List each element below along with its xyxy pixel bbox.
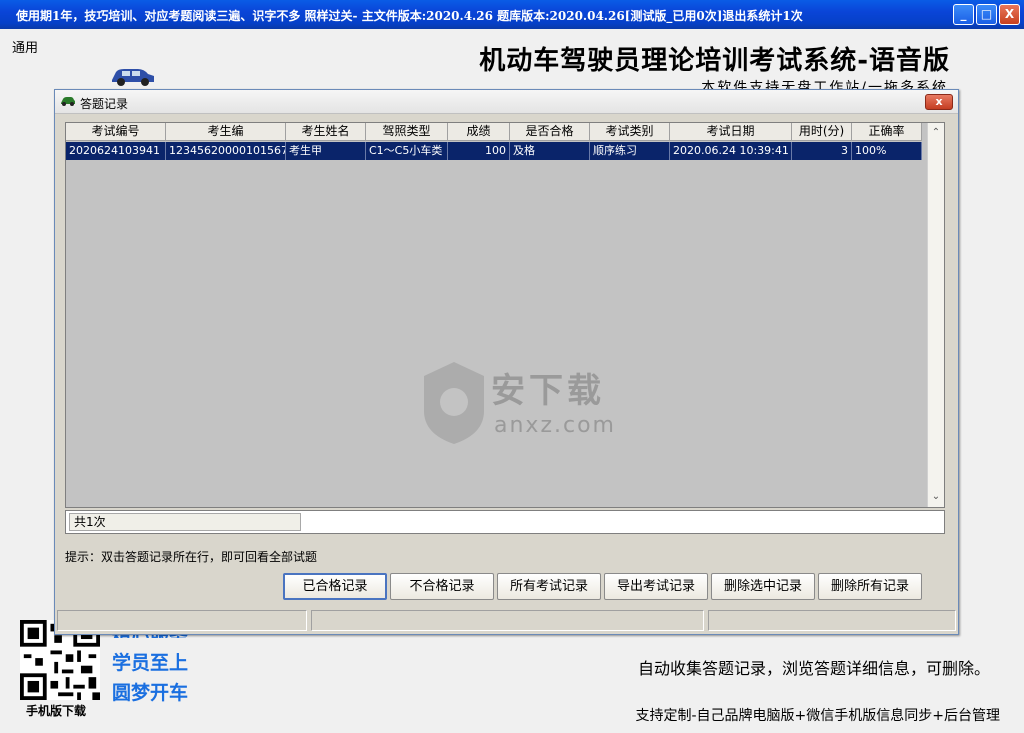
hint-text: 提示：双击答题记录所在行，即可回看全部试题 [65, 550, 318, 564]
watermark-domain: anxz.com [494, 413, 616, 438]
cell-passed: 及格 [510, 142, 590, 160]
minimize-button[interactable]: _ [953, 4, 974, 25]
column-header-exam-category[interactable]: 考试类别 [590, 123, 670, 141]
car-icon [112, 69, 154, 86]
dialog-title-bar: 答题记录 x [55, 90, 958, 114]
column-header-duration[interactable]: 用时(分) [792, 123, 852, 141]
column-header-license-type[interactable]: 驾照类型 [366, 123, 448, 141]
record-count-bar: 共1次 [65, 510, 945, 534]
cell-exam-category: 顺序练习 [590, 142, 670, 160]
dialog-close-button[interactable]: x [925, 94, 953, 110]
close-button[interactable]: X [999, 4, 1020, 25]
scroll-up-icon[interactable]: ⌃ [928, 125, 944, 141]
vertical-scrollbar[interactable]: ⌃ ⌄ [927, 123, 944, 507]
all-records-button[interactable]: 所有考试记录 [497, 573, 601, 600]
status-panel [57, 610, 307, 631]
main-title-bar: 使用期1年，技巧培训、对应考题阅读三遍、识字不多 照样过关- 主文件版本:202… [0, 0, 1024, 29]
cell-exam-date: 2020.06.24 10:39:41 [670, 142, 792, 160]
cell-exam-id: 2020624103941 [66, 142, 166, 160]
column-header-score[interactable]: 成绩 [448, 123, 510, 141]
support-description: 支持定制-自己品牌电脑版+微信手机版信息同步+后台管理 [635, 708, 1000, 724]
app-headline: 机动车驾驶员理论培训考试系统-语音版 [479, 46, 950, 76]
cell-candidate-no: 123456200001015678 [166, 142, 286, 160]
cell-score: 100 [448, 142, 510, 160]
column-header-exam-date[interactable]: 考试日期 [670, 123, 792, 141]
record-count: 共1次 [69, 513, 301, 531]
car-icon [61, 97, 75, 106]
records-table[interactable]: 考试编号 考生编 考生姓名 驾照类型 成绩 是否合格 考试类别 考试日期 用时(… [65, 122, 945, 508]
status-panel [708, 610, 956, 631]
cell-candidate-name: 考生甲 [286, 142, 366, 160]
answer-records-dialog: 答题记录 x 考试编号 考生编 考生姓名 驾照类型 成绩 是否合格 考试类别 考… [54, 89, 959, 635]
qr-caption: 手机版下载 [26, 704, 87, 718]
cell-license-type: C1～C5小车类 [366, 142, 448, 160]
scroll-down-icon[interactable]: ⌄ [928, 489, 944, 505]
table-header: 考试编号 考生编 考生姓名 驾照类型 成绩 是否合格 考试类别 考试日期 用时(… [66, 123, 922, 141]
table-row[interactable]: 2020624103941 123456200001015678 考生甲 C1～… [66, 142, 922, 160]
maximize-button[interactable]: □ [976, 4, 997, 25]
delete-selected-button[interactable]: 删除选中记录 [711, 573, 815, 600]
status-panel [311, 610, 704, 631]
watermark-brand: 安下载 [491, 371, 605, 411]
column-header-candidate-name[interactable]: 考生姓名 [286, 123, 366, 141]
delete-all-button[interactable]: 删除所有记录 [818, 573, 922, 600]
column-header-accuracy[interactable]: 正确率 [852, 123, 922, 141]
menu-general[interactable]: 通用 [12, 37, 38, 56]
cell-accuracy: 100% [852, 142, 922, 160]
column-header-candidate-no[interactable]: 考生编 [166, 123, 286, 141]
status-bar [57, 610, 956, 631]
feature-description: 自动收集答题记录，浏览答题详细信息，可删除。 [637, 659, 990, 678]
main-window-title: 使用期1年，技巧培训、对应考题阅读三遍、识字不多 照样过关- 主文件版本:202… [16, 9, 803, 23]
passed-records-button[interactable]: 已合格记录 [283, 573, 387, 600]
slogan-dream-driving: 圆梦开车 [112, 682, 189, 704]
failed-records-button[interactable]: 不合格记录 [390, 573, 494, 600]
slogan-students-first: 学员至上 [112, 652, 189, 674]
column-header-passed[interactable]: 是否合格 [510, 123, 590, 141]
export-records-button[interactable]: 导出考试记录 [604, 573, 708, 600]
column-header-exam-id[interactable]: 考试编号 [66, 123, 166, 141]
cell-duration: 3 [792, 142, 852, 160]
dialog-title: 答题记录 [80, 97, 129, 111]
